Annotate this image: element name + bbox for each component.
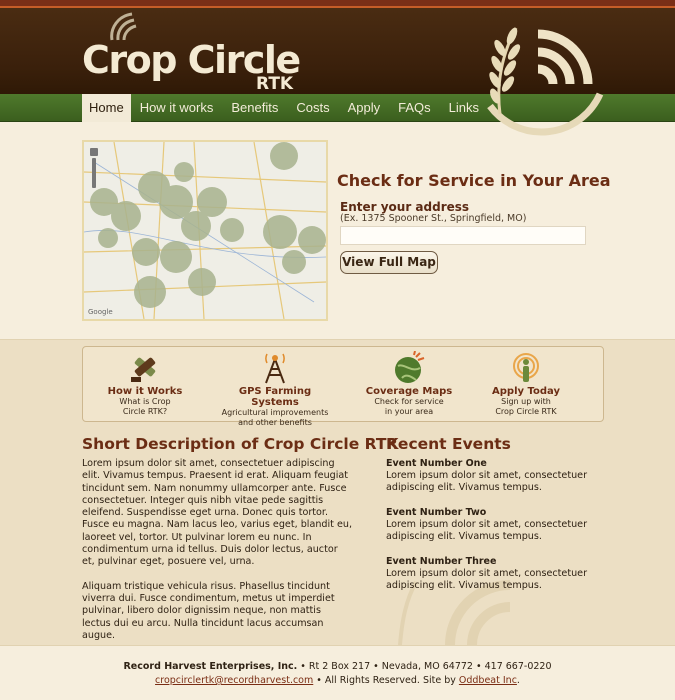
event-name: Event Number Three [386,556,497,567]
feature-title: GPS Farming Systems [238,386,312,408]
feature-desc: Agricultural improvements [221,408,329,417]
nav-apply[interactable]: Apply [339,94,390,122]
event-name: Event Number One [386,458,487,469]
feature-desc: Circle RTK? [122,407,168,416]
events-list: Event Number One Lorem ipsum dolor sit a… [386,458,596,605]
wheat-signal-emblem-icon [487,27,604,136]
event-item: Event Number One Lorem ipsum dolor sit a… [386,458,596,494]
nav-faqs[interactable]: FAQs [389,94,440,122]
footer-end: . [516,675,520,686]
logo-sub: RTK [256,74,294,94]
map-graphic: Google [84,142,326,319]
description-title: Short Description of Crop Circle RTK [82,435,399,453]
features-box: How it Works What is Crop Circle RTK? GP… [82,346,604,427]
feature-desc: and other benefits [238,418,312,427]
feature-desc: Check for service [374,397,444,406]
main-nav: Home How it works Benefits Costs Apply F… [82,94,488,122]
feature-coverage-maps[interactable]: Coverage Maps Check for service in your … [349,347,469,417]
signal-person-icon [513,353,539,382]
footer-address: • Rt 2 Box 217 • Nevada, MO 64772 • 417 … [297,661,552,672]
description-paragraph: Aliquam tristique vehicula risus. Phasel… [82,580,335,641]
feature-desc: Sign up with [501,397,551,406]
feature-title: Coverage Maps [365,386,453,397]
top-accent-bar [0,0,675,8]
event-text: Lorem ipsum dolor sit amet, consectetuer… [386,568,588,591]
feature-title: Apply Today [492,386,560,397]
feature-how-it-works[interactable]: How it Works What is Crop Circle RTK? [85,347,205,417]
map-attribution: Google [88,308,113,316]
site-logo[interactable]: Crop Circle RTK [82,12,302,94]
feature-title: How it Works [107,386,183,397]
nav-how-it-works[interactable]: How it works [131,94,223,122]
check-service-title: Check for Service in Your Area [337,171,611,190]
event-text: Lorem ipsum dolor sit amet, consectetuer… [386,519,588,542]
nav-costs[interactable]: Costs [287,94,338,122]
gps-tower-icon [265,353,285,384]
feature-desc: in your area [384,407,434,416]
address-input[interactable] [340,226,586,245]
nav-benefits[interactable]: Benefits [222,94,287,122]
footer-site-by-link[interactable]: Oddbeat Inc [459,675,517,686]
feature-gps-farming[interactable]: GPS Farming Systems Agricultural improve… [215,347,335,428]
event-text: Lorem ipsum dolor sit amet, consectetuer… [386,470,588,493]
footer-rights: • All Rights Reserved. Site by [313,675,459,686]
event-name: Event Number Two [386,507,487,518]
feature-desc: Crop Circle RTK [495,407,557,416]
footer-credits-line: cropcirclertk@recordharvest.com • All Ri… [0,675,675,686]
events-title: Recent Events [386,435,511,453]
event-item: Event Number Three Lorem ipsum dolor sit… [386,556,596,592]
event-item: Event Number Two Lorem ipsum dolor sit a… [386,507,596,543]
coverage-map[interactable]: Google [82,140,328,321]
address-label: Enter your address [340,200,470,214]
feature-desc: What is Crop [119,397,171,406]
view-full-map-button[interactable]: View Full Map [340,251,438,274]
nav-home[interactable]: Home [82,94,131,122]
description-body: Lorem ipsum dolor sit amet, consectetuer… [82,458,352,654]
footer-address-line: Record Harvest Enterprises, Inc. • Rt 2 … [0,661,675,672]
tools-icon [131,357,156,382]
site-footer [0,645,675,700]
description-paragraph: Lorem ipsum dolor sit amet, consectetuer… [82,458,353,568]
footer-company: Record Harvest Enterprises, Inc. [123,661,298,672]
address-hint: (Ex. 1375 Spooner St., Springfield, MO) [340,213,527,224]
footer-email-link[interactable]: cropcirclertk@recordharvest.com [155,675,313,686]
globe-icon [395,351,425,383]
feature-apply-today[interactable]: Apply Today Sign up with Crop Circle RTK [466,347,586,417]
